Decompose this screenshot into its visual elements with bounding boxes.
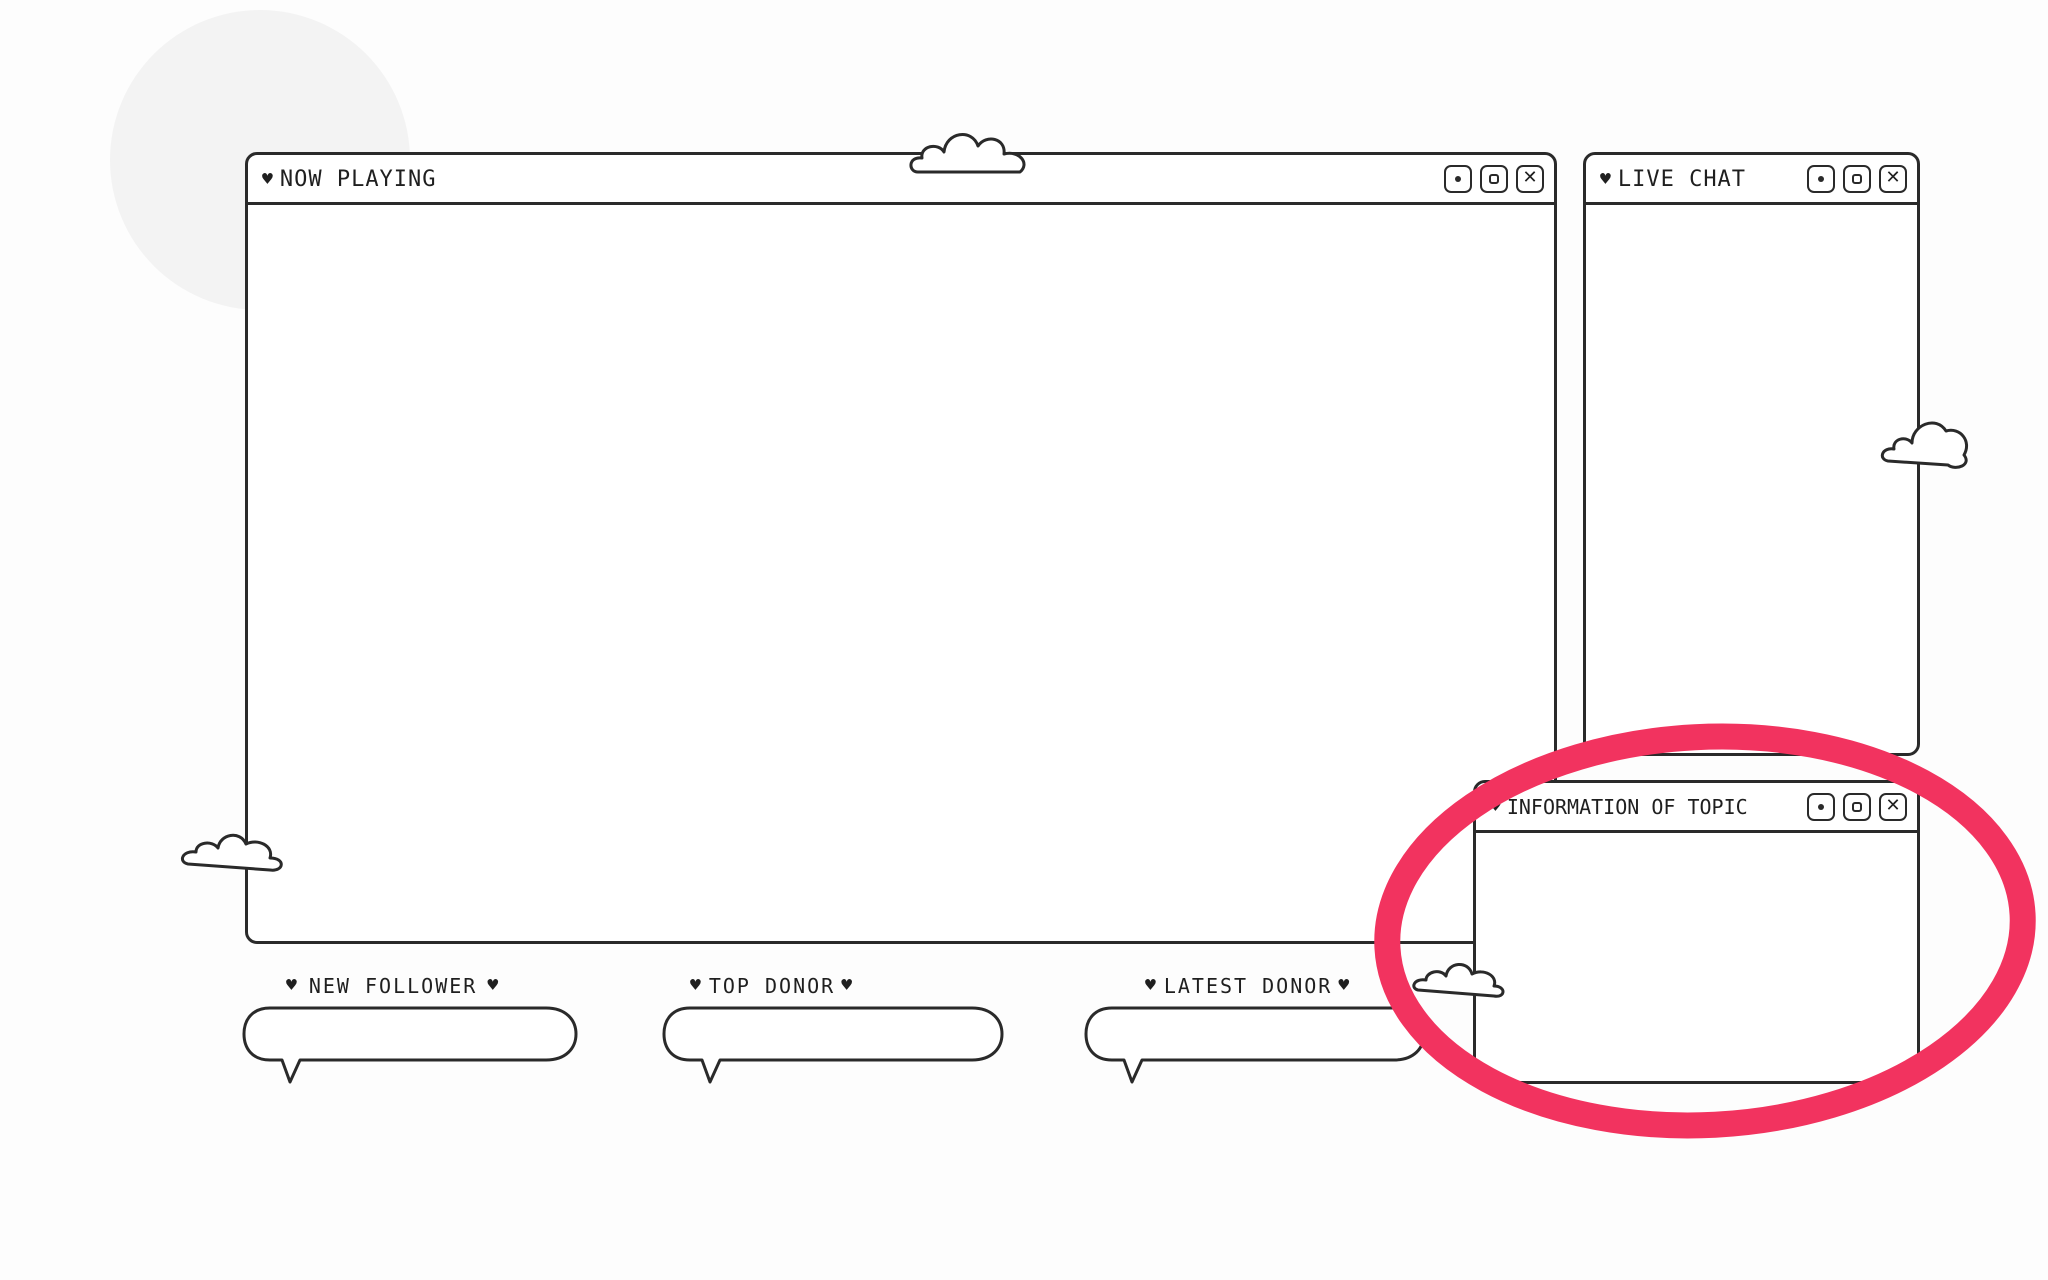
top-donor-label-text: TOP DONOR xyxy=(708,974,836,998)
latest-donor-label-text: LATEST DONOR xyxy=(1163,974,1333,998)
now-playing-titlebar[interactable]: ♥ NOW PLAYING ✕ xyxy=(248,155,1554,205)
close-icon: ✕ xyxy=(1885,167,1901,188)
close-icon: ✕ xyxy=(1522,167,1538,188)
heart-icon: ♥ xyxy=(841,975,855,996)
square-icon xyxy=(1489,174,1499,184)
dot-icon xyxy=(1455,176,1461,182)
highlight-ring xyxy=(1374,723,2036,1139)
live-chat-window-controls: ✕ xyxy=(1807,165,1907,193)
new-follower-bubble xyxy=(242,1006,578,1084)
heart-icon: ♥ xyxy=(286,975,299,996)
top-donor-bubble xyxy=(662,1006,1004,1084)
top-donor-label: ♥ TOP DONOR ♥ xyxy=(690,974,854,998)
maximize-button[interactable] xyxy=(1843,165,1871,193)
stream-overlay-canvas: ♥ NOW PLAYING ✕ ♥ LIVE CHAT ✕ ♥ INFORMAT… xyxy=(0,0,2048,1280)
minimize-button[interactable] xyxy=(1444,165,1472,193)
maximize-button[interactable] xyxy=(1480,165,1508,193)
now-playing-title-text: NOW PLAYING xyxy=(279,167,437,192)
heart-icon: ♥ xyxy=(1600,168,1612,190)
cloud-icon xyxy=(909,133,1026,174)
live-chat-content-area xyxy=(1586,205,1917,753)
cloud-icon xyxy=(180,833,283,872)
heart-icon: ♥ xyxy=(1145,975,1158,996)
minimize-button[interactable] xyxy=(1807,165,1835,193)
close-button[interactable]: ✕ xyxy=(1516,165,1544,193)
heart-icon: ♥ xyxy=(1338,975,1352,996)
close-button[interactable]: ✕ xyxy=(1879,165,1907,193)
dot-icon xyxy=(1818,176,1824,182)
now-playing-title: ♥ NOW PLAYING xyxy=(262,167,437,192)
cloud-icon xyxy=(1880,421,1969,469)
new-follower-label: ♥ NEW FOLLOWER ♥ xyxy=(286,974,500,998)
new-follower-label-text: NEW FOLLOWER xyxy=(308,974,478,998)
latest-donor-label: ♥ LATEST DONOR ♥ xyxy=(1145,974,1351,998)
live-chat-window: ♥ LIVE CHAT ✕ xyxy=(1583,152,1920,756)
heart-icon: ♥ xyxy=(262,168,274,190)
heart-icon: ♥ xyxy=(690,975,703,996)
heart-icon: ♥ xyxy=(487,975,501,996)
live-chat-title: ♥ LIVE CHAT xyxy=(1600,167,1746,192)
now-playing-window-controls: ✕ xyxy=(1444,165,1544,193)
live-chat-title-text: LIVE CHAT xyxy=(1617,167,1747,192)
square-icon xyxy=(1852,174,1862,184)
live-chat-titlebar[interactable]: ♥ LIVE CHAT ✕ xyxy=(1586,155,1917,205)
